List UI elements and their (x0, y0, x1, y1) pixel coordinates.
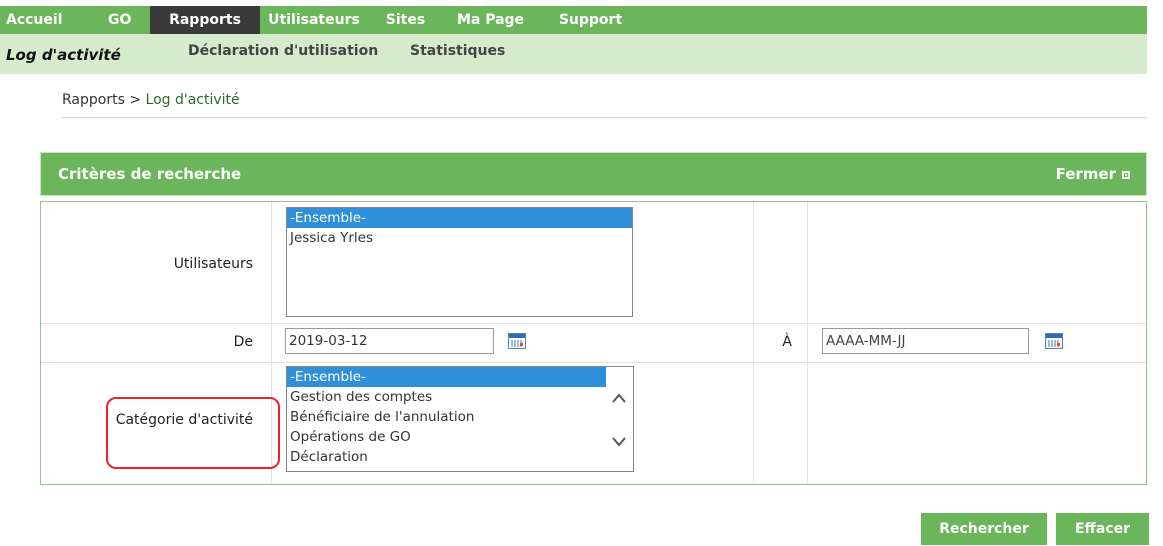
nav-accueil[interactable]: Accueil (0, 6, 95, 34)
users-option-all[interactable]: -Ensemble- (287, 208, 632, 228)
sub-nav: Log d'activité Déclaration d'utilisation… (0, 34, 1147, 74)
users-option-jessica[interactable]: Jessica Yrles (287, 228, 632, 248)
top-nav: Accueil GO Rapports Utilisateurs Sites M… (0, 6, 1147, 34)
subnav-declaration-utilisation[interactable]: Déclaration d'utilisation (188, 43, 378, 59)
category-option-accounts[interactable]: Gestion des comptes (287, 387, 633, 407)
category-option-all[interactable]: -Ensemble- (287, 367, 606, 387)
row-divider (41, 323, 1146, 324)
category-listbox[interactable]: -Ensemble- Gestion des comptes Bénéficia… (286, 366, 634, 472)
close-panel-button[interactable]: Fermer (1056, 165, 1130, 183)
close-panel-label: Fermer (1055, 165, 1116, 183)
nav-support[interactable]: Support (538, 6, 643, 34)
breadcrumb: Rapports > Log d'activité (62, 92, 240, 108)
row-divider (41, 362, 1146, 363)
search-criteria-header: Critères de recherche Fermer (40, 152, 1147, 196)
to-date-field[interactable]: AAAA-MM-JJ (822, 328, 1029, 354)
users-listbox[interactable]: -Ensemble- Jessica Yrles (286, 207, 633, 317)
calendar-icon[interactable] (1045, 333, 1063, 349)
collapse-icon (1122, 170, 1130, 179)
divider (62, 117, 1147, 118)
breadcrumb-separator: > (124, 92, 146, 108)
from-date-field[interactable]: 2019-03-12 (285, 328, 494, 354)
breadcrumb-root[interactable]: Rapports (62, 92, 125, 108)
column-divider (753, 202, 754, 484)
chevron-down-icon[interactable] (611, 432, 627, 453)
calendar-icon[interactable] (508, 333, 526, 349)
subnav-log-activite[interactable]: Log d'activité (6, 46, 121, 64)
category-option-declaration[interactable]: Déclaration (287, 447, 633, 467)
nav-go[interactable]: GO (95, 6, 150, 34)
nav-rapports[interactable]: Rapports (150, 6, 260, 34)
from-label: De (233, 334, 253, 350)
nav-utilisateurs[interactable]: Utilisateurs (260, 6, 368, 34)
clear-button[interactable]: Effacer (1056, 513, 1149, 545)
column-divider (807, 202, 808, 484)
category-option-cancellation[interactable]: Bénéficiaire de l'annulation (287, 407, 633, 427)
nav-sites[interactable]: Sites (368, 6, 443, 34)
search-button[interactable]: Rechercher (921, 513, 1047, 545)
panel-title: Critères de recherche (58, 165, 242, 183)
highlight-annotation (106, 397, 280, 469)
nav-ma-page[interactable]: Ma Page (443, 6, 538, 34)
category-option-go-operations[interactable]: Opérations de GO (287, 427, 633, 447)
to-label: À (782, 334, 792, 350)
users-label: Utilisateurs (173, 256, 253, 272)
subnav-statistiques[interactable]: Statistiques (410, 43, 505, 59)
chevron-up-icon[interactable] (611, 388, 627, 409)
breadcrumb-current: Log d'activité (145, 92, 240, 108)
